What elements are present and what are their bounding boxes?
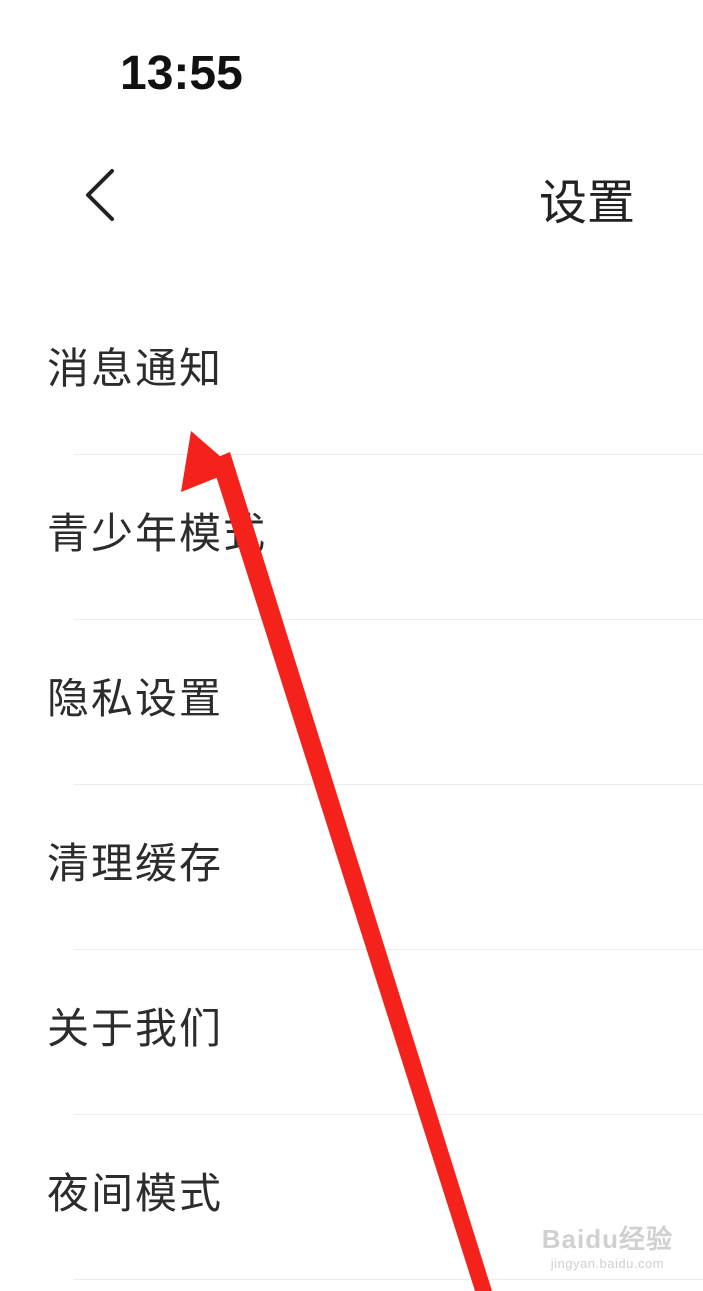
settings-list: 消息通知 青少年模式 隐私设置 清理缓存 关于我们 夜间模式: [0, 290, 703, 1280]
settings-item-label: 青少年模式: [47, 508, 268, 558]
status-time: 13:55: [120, 47, 243, 100]
settings-item-label: 关于我们: [47, 1003, 224, 1053]
back-button[interactable]: [68, 160, 128, 230]
settings-item-label: 消息通知: [47, 343, 224, 393]
watermark: Baidu经验 jingyan.baidu.com: [542, 1219, 673, 1271]
watermark-logo: Baidu经验: [541, 1224, 673, 1254]
page-title: 设置: [538, 175, 635, 231]
settings-item-about-us[interactable]: 关于我们: [0, 950, 703, 1115]
settings-item-teen-mode[interactable]: 青少年模式: [0, 455, 703, 620]
settings-item-clear-cache[interactable]: 清理缓存: [0, 785, 703, 950]
settings-item-notifications[interactable]: 消息通知: [0, 290, 703, 455]
settings-item-label: 清理缓存: [47, 838, 224, 888]
settings-item-label: 夜间模式: [47, 1168, 224, 1218]
settings-item-label: 隐私设置: [47, 673, 224, 723]
watermark-url: jingyan.baidu.com: [550, 1256, 665, 1271]
settings-item-privacy[interactable]: 隐私设置: [0, 620, 703, 785]
chevron-left-icon: [86, 169, 114, 221]
divider: [74, 1279, 703, 1280]
